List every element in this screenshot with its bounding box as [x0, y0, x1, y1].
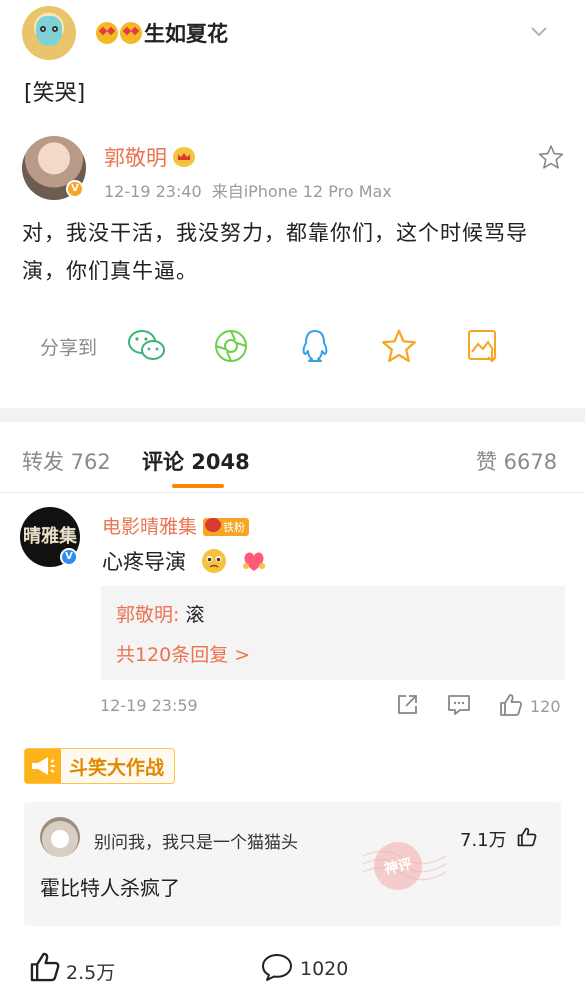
featured-author[interactable]: 别问我，我只是一个猫猫头	[94, 828, 298, 853]
activity-label: 斗笑大作战	[69, 756, 165, 779]
featured-avatar[interactable]	[40, 817, 80, 857]
reply-comment-icon[interactable]	[446, 692, 472, 718]
comment-text: 心疼导演	[102, 546, 267, 576]
megaphone-icon	[25, 749, 61, 783]
thumbs-up-icon[interactable]	[516, 826, 538, 848]
commenter-name[interactable]: 电影晴雅集 铁粉	[102, 512, 250, 539]
post-meta: 12-19 23:40 来自iPhone 12 Pro Max	[104, 178, 402, 202]
tab-repost[interactable]: 转发 762	[22, 446, 111, 476]
footer-like-count: 2.5万	[66, 962, 116, 984]
comment-bubble-icon[interactable]	[260, 952, 294, 982]
star-eyes-emoji-icon	[96, 22, 118, 44]
tab-like[interactable]: 赞 6678	[476, 446, 557, 476]
featured-text: 霍比特人杀疯了	[40, 876, 180, 900]
featured-like-count: 7.1万	[460, 830, 507, 851]
comment-like-count: 120	[530, 697, 561, 716]
post-time: 12-19 23:40	[104, 182, 202, 201]
pleading-face-icon	[201, 549, 226, 573]
post-source: 来自iPhone 12 Pro Max	[211, 182, 392, 201]
share-label: 分享到	[40, 336, 98, 359]
like-comment-icon[interactable]	[498, 692, 524, 718]
section-divider	[0, 408, 585, 422]
qq-icon[interactable]	[295, 326, 335, 366]
reply-author[interactable]: 郭敬明:	[116, 604, 179, 626]
heart-hug-icon	[243, 552, 266, 571]
user-avatar[interactable]	[22, 6, 76, 60]
favorite-star-icon[interactable]	[538, 144, 564, 170]
featured-comment-card[interactable]	[24, 802, 561, 926]
author-name[interactable]: 郭敬明	[104, 142, 195, 172]
thumbs-up-icon[interactable]	[28, 950, 62, 984]
star-eyes-emoji-icon	[120, 22, 142, 44]
share-comment-icon[interactable]	[394, 692, 420, 718]
post-username[interactable]: 生如夏花	[96, 18, 228, 48]
more-replies-link[interactable]: 共120条回复 >	[116, 640, 250, 667]
activity-tag[interactable]: 斗笑大作战	[24, 748, 176, 784]
featured-stamp: 神评	[362, 842, 447, 890]
verified-badge-icon: V	[60, 548, 78, 566]
reply-item[interactable]: 郭敬明: 滚	[116, 600, 204, 627]
original-body: 对，我没干活，我没努力，都靠你们，这个时候骂导演，你们真牛逼。	[22, 221, 528, 283]
tab-active-indicator	[172, 484, 224, 488]
chevron-down-icon[interactable]	[530, 22, 548, 40]
reply-text: 滚	[185, 604, 205, 626]
moments-icon[interactable]	[211, 326, 251, 366]
save-image-icon[interactable]	[463, 326, 503, 366]
tab-divider	[0, 492, 585, 493]
comment-time: 12-19 23:59	[100, 696, 198, 715]
post-text: [笑哭]	[24, 81, 86, 106]
verified-badge-icon: V	[66, 180, 84, 198]
fan-badge: 铁粉	[203, 518, 250, 536]
footer-comment-count: 1020	[300, 958, 349, 980]
share-bar: 分享到	[40, 326, 547, 366]
tab-comment[interactable]: 评论 2048	[142, 446, 250, 476]
wechat-icon[interactable]	[127, 326, 167, 366]
favorite-icon[interactable]	[379, 326, 419, 366]
crown-icon	[173, 147, 195, 167]
